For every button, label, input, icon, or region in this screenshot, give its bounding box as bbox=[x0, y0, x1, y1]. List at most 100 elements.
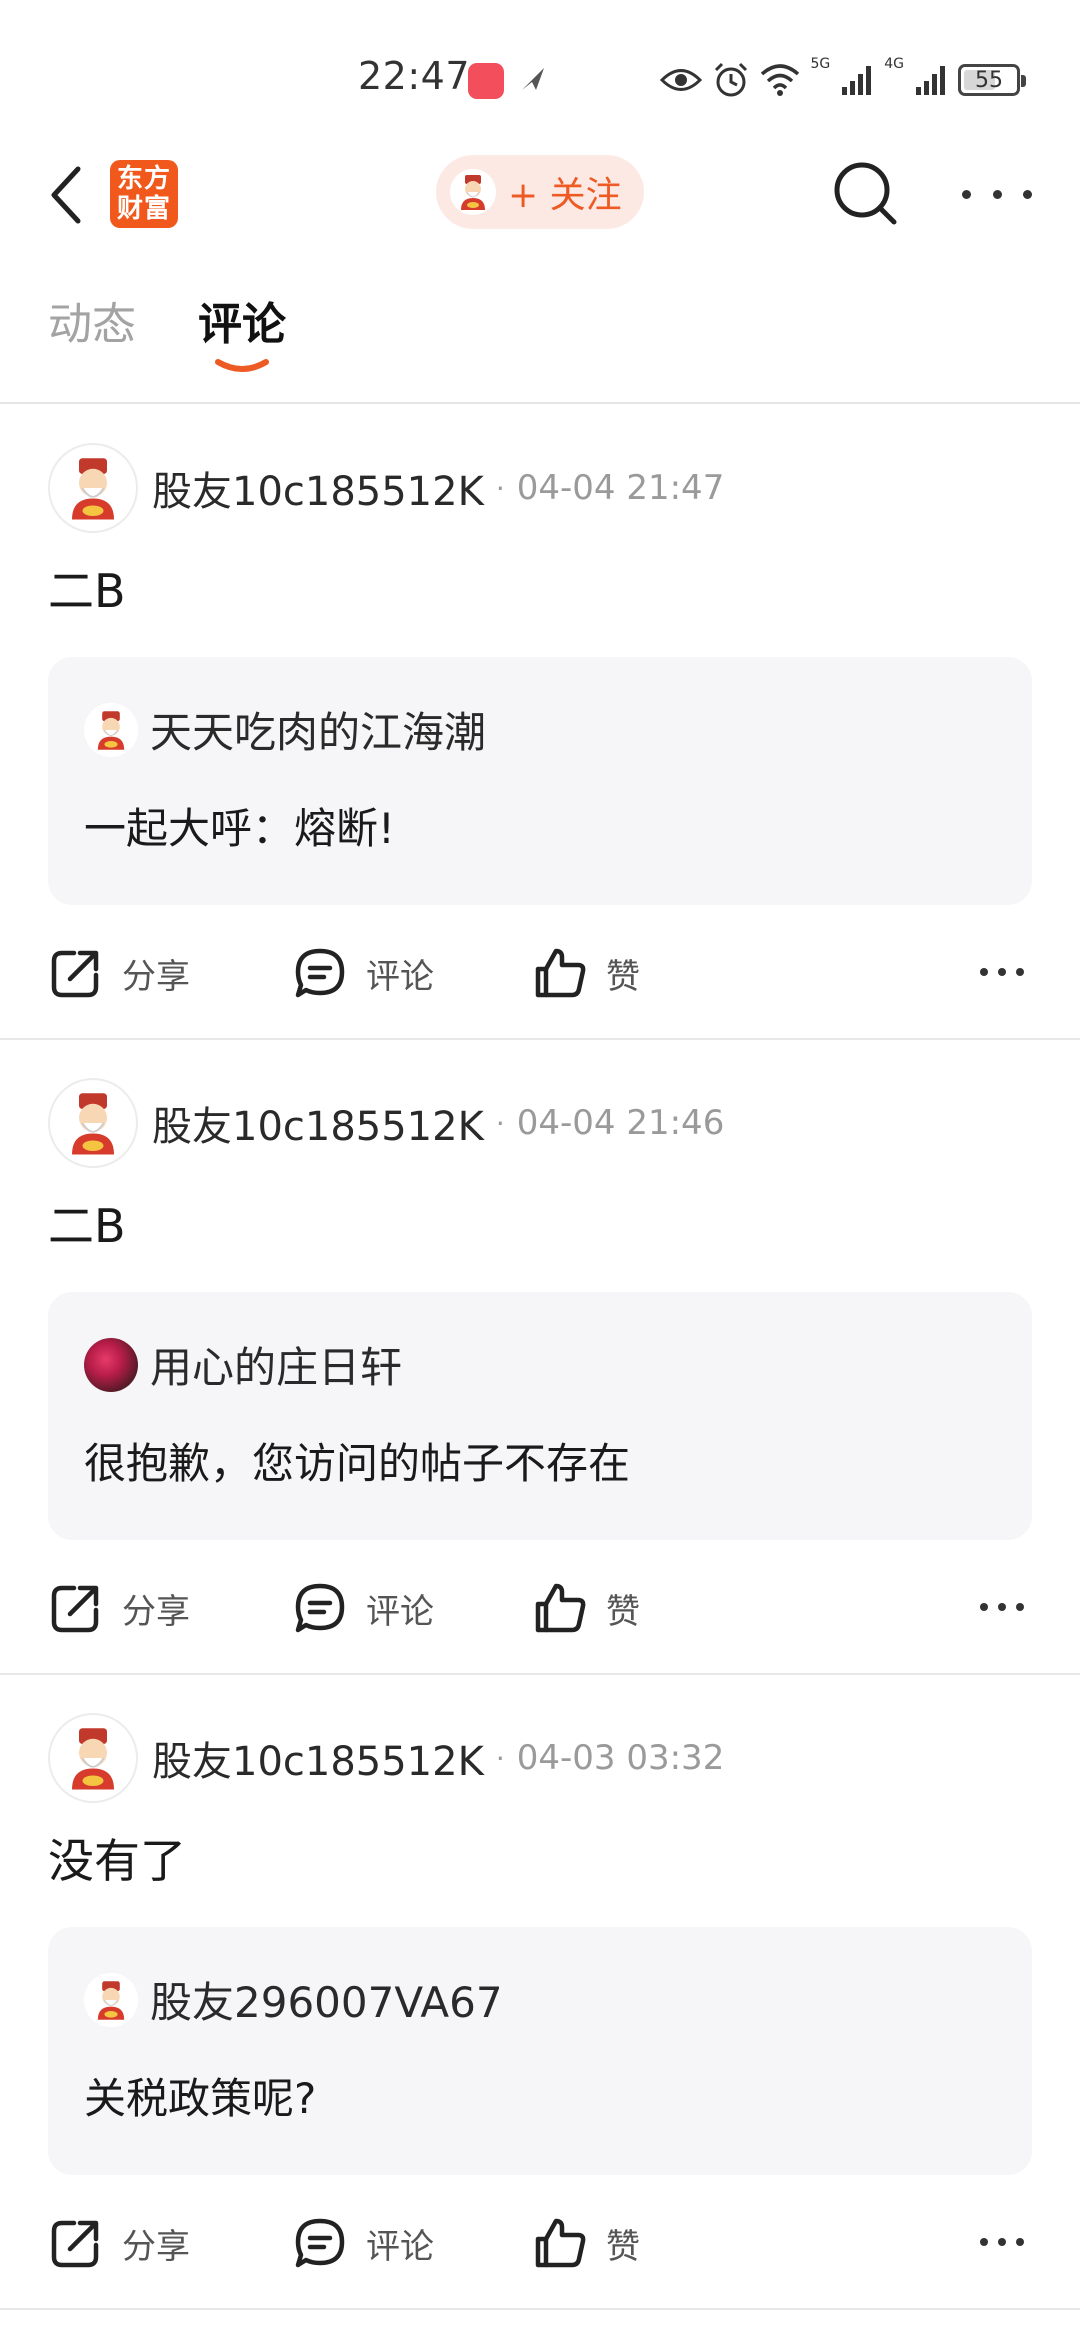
follow-label: + 关注 bbox=[508, 175, 622, 216]
tab-bar: 动态 评论 bbox=[0, 270, 1080, 404]
comment-header: 股友10c185512K · 04-04 21:47 bbox=[48, 443, 724, 533]
comment-card: 股友10c185512K · 04-04 21:46 二B 用心的庄日轩 很抱歉… bbox=[0, 1040, 1080, 1675]
comment-header: 股友10c185512K · 04-04 21:46 bbox=[48, 1078, 724, 1168]
more-options-button[interactable] bbox=[962, 170, 1032, 218]
logo-text-2: 财富 bbox=[116, 194, 171, 224]
fortune-god-icon bbox=[97, 710, 125, 750]
like-button[interactable]: 赞 bbox=[532, 1570, 640, 1646]
back-button[interactable] bbox=[44, 160, 88, 230]
comment-icon bbox=[295, 948, 345, 998]
search-icon[interactable] bbox=[830, 156, 900, 232]
post-more-button[interactable] bbox=[980, 1600, 1024, 1614]
app-logo: 东方 财富 bbox=[110, 160, 178, 228]
quoted-text: 一起大呼：熔断! bbox=[84, 804, 395, 853]
username[interactable]: 股友10c185512K bbox=[152, 459, 484, 517]
quoted-user-avatar bbox=[84, 1337, 138, 1392]
status-bar: 22:47 5G 4G 55 bbox=[0, 0, 1080, 150]
share-icon bbox=[51, 950, 99, 998]
comment-icon bbox=[295, 1583, 345, 1633]
post-more-button[interactable] bbox=[980, 965, 1024, 979]
quoted-user: 天天吃肉的江海潮 bbox=[84, 699, 486, 760]
share-icon bbox=[51, 2220, 99, 2268]
send-icon bbox=[522, 68, 544, 90]
comment-button[interactable]: 评论 bbox=[292, 2205, 434, 2281]
comment-label: 评论 bbox=[366, 2226, 434, 2267]
dot bbox=[980, 1603, 988, 1611]
user-avatar bbox=[450, 169, 496, 215]
thumbs-up-icon bbox=[535, 1583, 586, 1633]
dot bbox=[992, 189, 1002, 199]
share-label: 分享 bbox=[122, 1591, 190, 1632]
dot bbox=[998, 1603, 1006, 1611]
fortune-god-icon bbox=[97, 1980, 125, 2020]
quoted-username: 用心的庄日轩 bbox=[150, 1343, 403, 1392]
timestamp: 04-04 21:47 bbox=[516, 468, 725, 508]
dot bbox=[1016, 2238, 1024, 2246]
quoted-user-avatar bbox=[84, 702, 138, 757]
share-icon bbox=[51, 1585, 99, 1633]
quoted-text: 关税政策呢? bbox=[84, 2074, 317, 2123]
dot bbox=[1016, 1603, 1024, 1611]
comment-icon bbox=[295, 2218, 345, 2268]
fortune-god-icon bbox=[72, 458, 114, 520]
comment-label: 评论 bbox=[366, 956, 434, 997]
fortune-god-icon bbox=[72, 1093, 114, 1155]
timestamp: 04-04 21:46 bbox=[516, 1103, 725, 1143]
user-avatar[interactable] bbox=[48, 443, 138, 533]
battery-level: 55 bbox=[975, 67, 1003, 93]
dot bbox=[1016, 968, 1024, 976]
thumbs-up-icon bbox=[535, 2218, 586, 2268]
comment-button[interactable]: 评论 bbox=[292, 935, 434, 1011]
comment-feed: 股友10c185512K · 04-04 21:47 二B 天天吃肉的江海潮 一… bbox=[0, 405, 1080, 2310]
share-label: 分享 bbox=[122, 956, 190, 997]
user-avatar[interactable] bbox=[48, 1078, 138, 1168]
quoted-username: 天天吃肉的江海潮 bbox=[150, 708, 487, 757]
dot bbox=[962, 189, 971, 199]
quoted-post[interactable]: 股友296007VA67 关税政策呢? bbox=[48, 1927, 1032, 2175]
like-label: 赞 bbox=[606, 2226, 640, 2267]
logo-text-1: 东方 bbox=[116, 164, 171, 194]
comment-button[interactable]: 评论 bbox=[292, 1570, 434, 1646]
network-type-5g: 5G bbox=[810, 56, 831, 72]
comment-text: 没有了 bbox=[48, 1834, 186, 1888]
quoted-post[interactable]: 天天吃肉的江海潮 一起大呼：熔断! bbox=[48, 657, 1032, 905]
like-button[interactable]: 赞 bbox=[532, 935, 640, 1011]
active-tab-indicator bbox=[215, 359, 269, 372]
battery-icon: 55 bbox=[958, 64, 1026, 96]
top-nav-bar: 东方 财富 + 关注 bbox=[0, 150, 1080, 240]
quoted-username: 股友296007VA67 bbox=[150, 1978, 503, 2027]
dot bbox=[980, 2238, 988, 2246]
quoted-text: 很抱歉，您访问的帖子不存在 bbox=[84, 1439, 631, 1488]
username[interactable]: 股友10c185512K bbox=[152, 1729, 484, 1787]
comment-text: 二B bbox=[48, 564, 126, 618]
status-time: 22:47 bbox=[358, 54, 471, 98]
quoted-user: 股友296007VA67 bbox=[84, 1969, 503, 2030]
thumbs-up-icon bbox=[535, 948, 586, 998]
like-button[interactable]: 赞 bbox=[532, 2205, 640, 2281]
dot bbox=[980, 968, 988, 976]
user-avatar[interactable] bbox=[48, 1713, 138, 1803]
share-button[interactable]: 分享 bbox=[48, 2205, 190, 2281]
like-label: 赞 bbox=[606, 956, 640, 997]
follow-button[interactable]: + 关注 bbox=[436, 155, 644, 229]
separator-dot: · bbox=[495, 1106, 505, 1140]
action-bar: 分享 评论 赞 bbox=[48, 2205, 1032, 2281]
comment-text: 二B bbox=[48, 1199, 126, 1253]
share-button[interactable]: 分享 bbox=[48, 1570, 190, 1646]
like-label: 赞 bbox=[606, 1591, 640, 1632]
wifi-icon bbox=[761, 64, 800, 96]
share-button[interactable]: 分享 bbox=[48, 935, 190, 1011]
tab-activity[interactable]: 动态 bbox=[48, 288, 136, 352]
comment-label: 评论 bbox=[366, 1591, 434, 1632]
huawei-app-icon bbox=[468, 63, 504, 99]
quoted-post[interactable]: 用心的庄日轩 很抱歉，您访问的帖子不存在 bbox=[48, 1292, 1032, 1540]
signal-icon-2 bbox=[916, 66, 945, 95]
tab-comments[interactable]: 评论 bbox=[198, 288, 286, 352]
post-more-button[interactable] bbox=[980, 2235, 1024, 2249]
share-label: 分享 bbox=[122, 2226, 190, 2267]
alarm-icon bbox=[715, 62, 748, 97]
status-icons: 5G 4G 55 bbox=[660, 56, 1026, 102]
username[interactable]: 股友10c185512K bbox=[152, 1094, 484, 1152]
eye-icon bbox=[660, 69, 703, 91]
fortune-god-icon bbox=[72, 1728, 114, 1790]
